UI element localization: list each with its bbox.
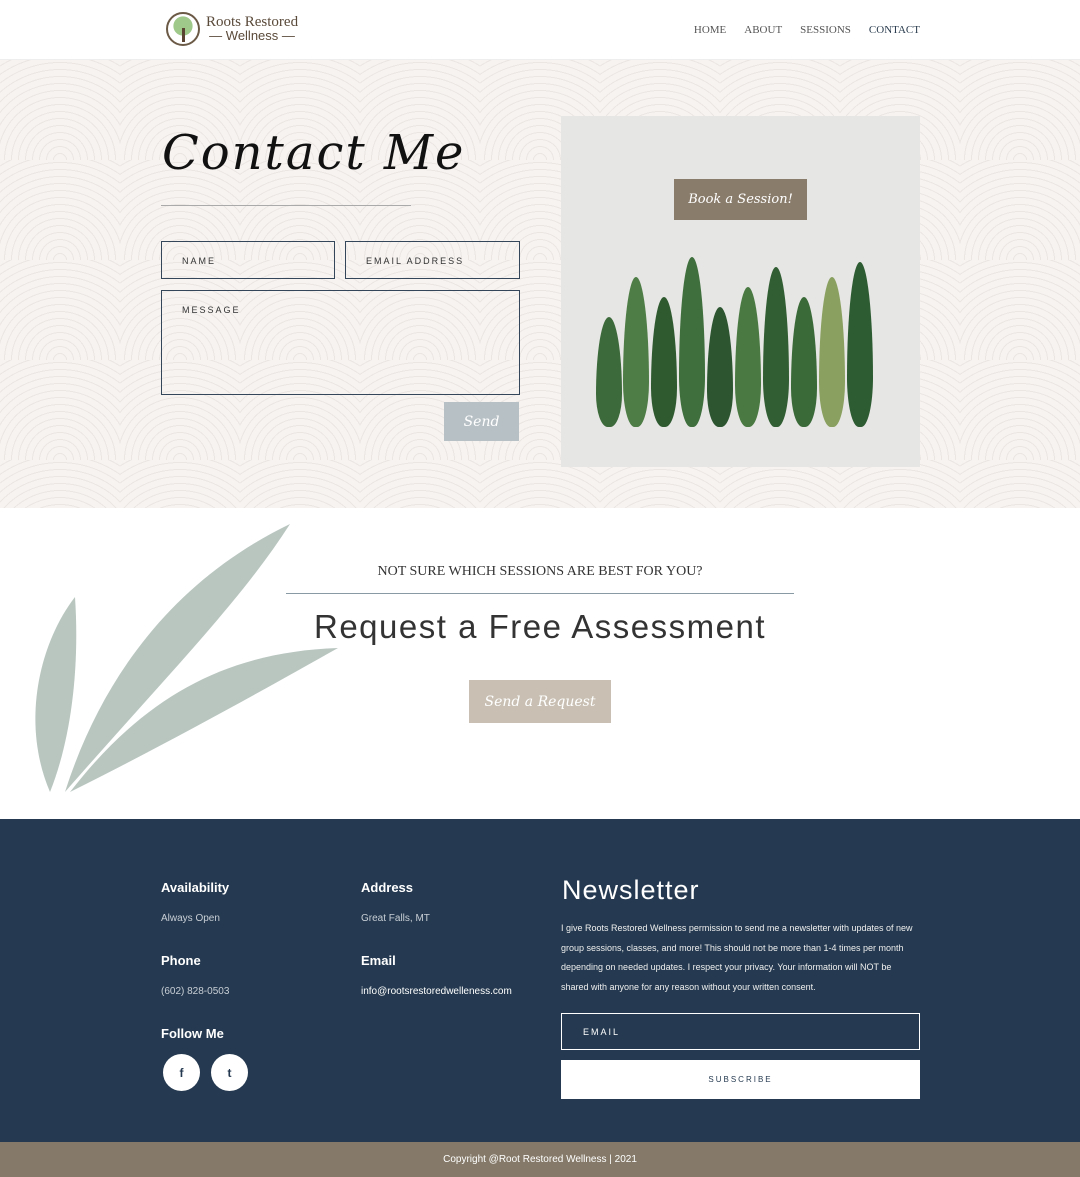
availability-value: Always Open (161, 913, 220, 924)
copyright: Copyright @Root Restored Wellness | 2021 (0, 1142, 1080, 1177)
leaves-photo: Book a Session! (561, 116, 920, 467)
availability-label: Availability (161, 880, 230, 895)
name-input[interactable]: NAME (161, 241, 335, 279)
leaf-icon (679, 257, 705, 427)
follow-label: Follow Me (161, 1026, 224, 1041)
email-input[interactable]: EMAIL ADDRESS (345, 241, 520, 279)
leaf-icon (847, 262, 873, 427)
leaf-icon (707, 307, 733, 427)
divider (286, 593, 794, 594)
leaf-icon (735, 287, 761, 427)
main-nav: HOME ABOUT SESSIONS CONTACT (694, 24, 920, 36)
page-title: Contact Me (162, 125, 466, 181)
site-header: Roots Restored — Wellness — HOME ABOUT SE… (0, 0, 1080, 60)
logo-line1: Roots Restored (206, 14, 299, 30)
send-button[interactable]: Send (444, 402, 519, 441)
cta-title: Request a Free Assessment (313, 608, 767, 645)
nav-contact[interactable]: CONTACT (869, 24, 920, 36)
twitter-icon[interactable]: t (211, 1054, 248, 1091)
facebook-icon[interactable]: f (163, 1054, 200, 1091)
leaf-icon (596, 317, 622, 427)
leaf-icon (651, 297, 677, 427)
leaf-icon (763, 267, 789, 427)
nav-sessions[interactable]: SESSIONS (800, 24, 851, 36)
address-value: Great Falls, MT (361, 913, 430, 924)
send-request-button[interactable]: Send a Request (469, 680, 611, 723)
newsletter-email-input[interactable]: EMAIL (561, 1013, 920, 1050)
newsletter-title: Newsletter (562, 875, 700, 905)
cta-subtitle: NOT SURE WHICH SESSIONS ARE BEST FOR YOU… (377, 564, 703, 579)
book-session-button[interactable]: Book a Session! (674, 179, 807, 220)
divider (161, 205, 411, 206)
site-footer: Availability Always Open Phone (602) 828… (0, 819, 1080, 1142)
assessment-section: NOT SURE WHICH SESSIONS ARE BEST FOR YOU… (0, 508, 1080, 819)
message-textarea[interactable]: MESSAGE (161, 290, 520, 395)
email-link[interactable]: info@rootsrestoredwelleness.com (361, 986, 512, 997)
nav-home[interactable]: HOME (694, 24, 726, 36)
logo-line2: — Wellness — (209, 28, 295, 43)
nav-about[interactable]: ABOUT (744, 24, 782, 36)
email-label: Email (361, 953, 396, 968)
logo[interactable]: Roots Restored — Wellness — (166, 12, 298, 46)
phone-value[interactable]: (602) 828-0503 (161, 986, 229, 997)
subscribe-button[interactable]: SUBSCRIBE (561, 1060, 920, 1099)
address-label: Address (361, 880, 414, 895)
newsletter-text: I give Roots Restored Wellness permissio… (561, 923, 913, 992)
leaf-icon (791, 297, 817, 427)
leaf-icon (819, 277, 845, 427)
leaf-icon (623, 277, 649, 427)
tree-logo-icon (166, 12, 200, 46)
phone-label: Phone (161, 953, 201, 968)
